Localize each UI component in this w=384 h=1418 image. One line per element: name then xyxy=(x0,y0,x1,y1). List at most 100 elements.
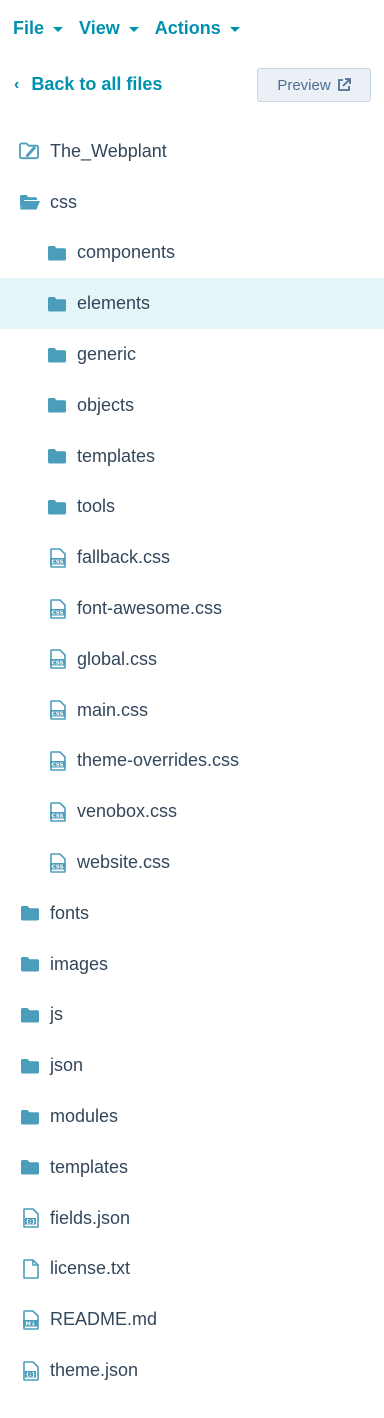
folder-icon xyxy=(19,902,41,924)
tree-item-label: tools xyxy=(77,496,116,517)
folder-icon xyxy=(19,1004,41,1026)
file-menu[interactable]: File xyxy=(13,17,64,39)
tree-item[interactable]: CSS venobox.css xyxy=(0,786,384,837)
caret-down-icon xyxy=(53,26,64,32)
svg-text:CSS: CSS xyxy=(51,661,63,667)
json-file-icon: {;} xyxy=(19,1360,41,1382)
tree-item[interactable]: CSS main.css xyxy=(0,685,384,736)
folder-open-icon xyxy=(19,191,41,213)
tree-item-label: objects xyxy=(77,394,135,415)
tree-item-label: theme-overrides.css xyxy=(77,750,240,771)
css-file-icon: CSS xyxy=(46,547,68,569)
tree-item-label: README.md xyxy=(50,1309,158,1330)
tree-item-label: fonts xyxy=(50,902,90,923)
tree-item[interactable]: tools xyxy=(0,482,384,533)
tree-item[interactable]: fonts xyxy=(0,888,384,939)
tree-item-label: main.css xyxy=(77,699,149,720)
svg-text:CSS: CSS xyxy=(51,712,63,718)
file-menu-label: File xyxy=(13,17,45,38)
svg-text:CSS: CSS xyxy=(51,813,63,819)
tree-item[interactable]: CSS theme-overrides.css xyxy=(0,736,384,787)
tree-item[interactable]: modules xyxy=(0,1091,384,1142)
actions-menu-label: Actions xyxy=(154,17,221,38)
tree-item[interactable]: The_Webplant xyxy=(0,126,384,177)
css-file-icon: CSS xyxy=(46,598,68,620)
text-file-icon xyxy=(19,1258,41,1280)
svg-text:{;}: {;} xyxy=(25,1219,35,1225)
css-file-icon: CSS xyxy=(46,852,68,874)
tree-item-label: json xyxy=(50,1055,84,1076)
tree-item-label: components xyxy=(77,242,176,263)
css-file-icon: CSS xyxy=(46,750,68,772)
css-file-icon: CSS xyxy=(46,648,68,670)
tree-item-label: images xyxy=(50,953,109,974)
svg-text:CSS: CSS xyxy=(51,864,63,870)
tree-item-label: fields.json xyxy=(50,1207,131,1228)
back-to-all-files-link[interactable]: ‹ Back to all files xyxy=(14,74,162,95)
folder-icon xyxy=(46,394,68,416)
folder-icon xyxy=(46,344,68,366)
tree-item[interactable]: {;} fields.json xyxy=(0,1193,384,1244)
tree-item[interactable]: components xyxy=(0,228,384,279)
tree-item[interactable]: elements xyxy=(0,278,384,330)
tree-item-label: The_Webplant xyxy=(50,140,167,161)
svg-text:CSS: CSS xyxy=(51,610,63,616)
file-tree: The_Webplantcss components elements generic… xyxy=(0,126,384,1396)
svg-text:M↓: M↓ xyxy=(25,1320,35,1327)
folder-icon xyxy=(19,1156,41,1178)
preview-button[interactable]: Preview xyxy=(257,68,371,102)
tree-item[interactable]: {;} theme.json xyxy=(0,1345,384,1396)
folder-icon xyxy=(46,445,68,467)
tree-item[interactable]: objects xyxy=(0,380,384,431)
external-link-icon xyxy=(337,78,351,91)
tree-item-label: generic xyxy=(77,344,137,365)
caret-down-icon xyxy=(128,26,139,32)
tree-item[interactable]: templates xyxy=(0,431,384,482)
tree-item[interactable]: json xyxy=(0,1040,384,1091)
tree-item-label: elements xyxy=(77,293,151,314)
tree-item[interactable]: M↓ README.md xyxy=(0,1294,384,1345)
svg-text:{;}: {;} xyxy=(25,1372,35,1378)
tree-item[interactable]: js xyxy=(0,990,384,1041)
tree-item[interactable]: templates xyxy=(0,1142,384,1193)
folder-icon xyxy=(46,293,68,315)
tree-item-label: theme.json xyxy=(50,1360,139,1381)
tree-item[interactable]: CSS fallback.css xyxy=(0,532,384,583)
back-link-label: Back to all files xyxy=(31,74,163,94)
folder-icon xyxy=(46,242,68,264)
svg-text:CSS: CSS xyxy=(51,762,63,768)
tree-item-label: global.css xyxy=(77,648,158,669)
tree-item-label: modules xyxy=(50,1106,119,1127)
css-file-icon: CSS xyxy=(46,801,68,823)
tree-item[interactable]: generic xyxy=(0,329,384,380)
folder-icon xyxy=(46,496,68,518)
tree-item-label: venobox.css xyxy=(77,801,178,822)
folder-icon xyxy=(19,953,41,975)
navigation-row: ‹ Back to all files Preview xyxy=(0,66,384,104)
tree-item[interactable]: CSS font-awesome.css xyxy=(0,583,384,634)
tree-item[interactable]: CSS global.css xyxy=(0,634,384,685)
css-file-icon: CSS xyxy=(46,699,68,721)
folder-icon xyxy=(19,1106,41,1128)
tree-item-label: font-awesome.css xyxy=(77,598,223,619)
view-menu[interactable]: View xyxy=(79,18,139,39)
view-menu-label: View xyxy=(79,17,120,38)
menu-bar: File View Actions xyxy=(0,0,384,56)
tree-item[interactable]: CSS website.css xyxy=(0,837,384,888)
actions-menu[interactable]: Actions xyxy=(155,18,240,39)
caret-down-icon xyxy=(229,26,240,32)
tree-item-label: js xyxy=(50,1004,63,1025)
tree-item-label: templates xyxy=(50,1156,129,1177)
json-file-icon: {;} xyxy=(19,1207,41,1229)
chevron-left-icon: ‹ xyxy=(14,75,20,93)
tree-item[interactable]: images xyxy=(0,939,384,990)
tree-item[interactable]: license.txt xyxy=(0,1244,384,1295)
folder-icon xyxy=(19,1055,41,1077)
preview-button-label: Preview xyxy=(277,76,331,94)
tree-item-label: css xyxy=(50,191,77,212)
tree-item-label: website.css xyxy=(77,852,171,873)
tree-item[interactable]: css xyxy=(0,177,384,228)
tree-item-label: fallback.css xyxy=(77,547,171,568)
tree-item-label: license.txt xyxy=(50,1258,131,1279)
svg-text:CSS: CSS xyxy=(51,559,63,565)
